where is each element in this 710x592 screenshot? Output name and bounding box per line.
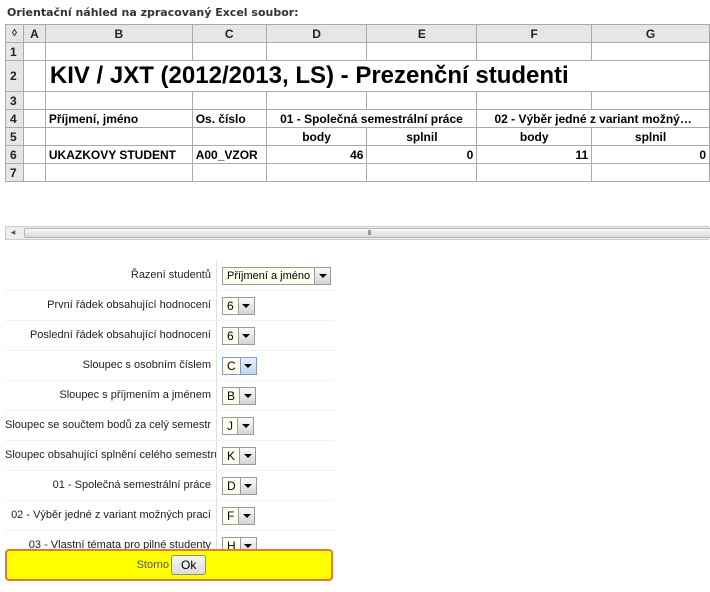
id-column-select[interactable]: C <box>222 356 257 375</box>
scroll-left-icon[interactable]: ◂ <box>6 227 20 239</box>
setting-label: Sloupec s příjmením a jménem <box>59 389 211 401</box>
select-value: F <box>227 508 235 523</box>
row-header: 7 <box>5 163 24 182</box>
grip-icon: III <box>367 229 371 237</box>
name-column-select[interactable]: B <box>222 386 257 405</box>
form-actions: Storno Ok <box>5 549 333 581</box>
sheet-row-3: 3 <box>5 91 710 110</box>
chevron-down-icon[interactable] <box>238 507 255 524</box>
setting-row-last-row: Poslední řádek obsahující hodnocení 6 <box>5 321 335 351</box>
subheader-points: body <box>265 127 368 146</box>
select-value: 6 <box>227 328 234 343</box>
import-settings-form: Řazení studentů Příjmení a jméno První ř… <box>5 261 335 561</box>
select-value: D <box>227 478 236 493</box>
storno-link[interactable]: Storno <box>7 559 171 571</box>
student-g2-points: 11 <box>476 145 593 164</box>
chevron-down-icon[interactable] <box>314 267 331 284</box>
chevron-down-icon[interactable] <box>237 327 254 344</box>
column-header-row: ◊ A B C D E F G <box>5 24 710 43</box>
setting-label: Řazení studentů <box>130 269 211 281</box>
sheet-row-4: 4 Příjmení, jméno Os. číslo 01 - Společn… <box>5 109 710 128</box>
setting-row-sum-column: Sloupec se součtem bodů za celý semestr … <box>5 411 335 441</box>
student-g1-passed: 0 <box>366 145 478 164</box>
corner-cell: ◊ <box>5 24 24 43</box>
setting-label: 02 - Výběr jedné z variant možných prací <box>11 509 211 521</box>
select-value: J <box>227 418 233 433</box>
setting-label: První řádek obsahující hodnocení <box>47 299 211 311</box>
setting-row-name-column: Sloupec s příjmením a jménem B <box>5 381 335 411</box>
row-header: 5 <box>5 127 24 146</box>
setting-row-passed-column: Sloupec obsahující splnění celého semest… <box>5 441 335 471</box>
subheader-passed: splnil <box>366 127 478 146</box>
setting-label: Poslední řádek obsahující hodnocení <box>29 329 211 341</box>
sum-column-select[interactable]: J <box>222 416 254 435</box>
spreadsheet-preview: ◊ A B C D E F G 1 2 KIV / JXT (2012/2013… <box>5 24 710 182</box>
header-group-2: 02 - Výběr jedné z variant možný… <box>476 109 710 128</box>
chevron-down-icon[interactable] <box>239 387 256 404</box>
ok-button[interactable]: Ok <box>171 555 207 575</box>
last-row-select[interactable]: 6 <box>222 326 255 345</box>
setting-row-first-row: První řádek obsahující hodnocení 6 <box>5 291 335 321</box>
horizontal-scrollbar[interactable]: ◂ III <box>5 226 710 240</box>
preview-title: Orientační náhled na zpracovaný Excel so… <box>7 6 299 19</box>
setting-label: Sloupec obsahující splnění celého semest… <box>5 449 216 461</box>
select-value: Příjmení a jméno <box>227 269 311 282</box>
select-value: B <box>227 388 236 403</box>
row-header: 4 <box>5 109 24 128</box>
chevron-down-icon[interactable] <box>237 417 253 434</box>
student-g1-points: 46 <box>265 145 368 164</box>
column-header-f: F <box>476 24 593 43</box>
column-header-d: D <box>265 24 368 43</box>
scrollbar-thumb[interactable]: III <box>24 228 710 238</box>
sheet-row-2: 2 KIV / JXT (2012/2013, LS) - Prezenční … <box>5 60 710 92</box>
column-header-a: A <box>22 24 46 43</box>
sort-select[interactable]: Příjmení a jméno <box>222 266 332 285</box>
header-group-1: 01 - Společná semestrální práce <box>265 109 478 128</box>
sheet-row-6: 6 UKAZKOVY STUDENT A00_VZOR 46 0 11 0 <box>5 145 710 164</box>
passed-column-select[interactable]: K <box>222 446 257 465</box>
chevron-down-icon[interactable] <box>239 357 256 374</box>
sheet-row-5: 5 body splnil body splnil <box>5 127 710 146</box>
setting-label: 01 - Společná semestrální práce <box>52 479 211 491</box>
setting-label: Sloupec se součtem bodů za celý semestr <box>5 419 212 431</box>
row-header: 3 <box>5 91 24 110</box>
chevron-down-icon[interactable] <box>237 297 254 314</box>
column-header-g: G <box>591 24 710 43</box>
sheet-row-7: 7 <box>5 163 710 182</box>
column-header-c: C <box>191 24 267 43</box>
chevron-down-icon[interactable] <box>239 447 256 464</box>
sheet-row-1: 1 <box>5 42 710 61</box>
header-name: Příjmení, jméno <box>44 109 193 128</box>
select-value: K <box>227 448 236 463</box>
subheader-points: body <box>476 127 593 146</box>
header-id: Os. číslo <box>191 109 267 128</box>
task-01-select[interactable]: D <box>222 476 257 495</box>
select-value: C <box>227 358 236 373</box>
column-header-b: B <box>44 24 193 43</box>
chevron-down-icon[interactable] <box>239 477 256 494</box>
setting-row-task-02: 02 - Výběr jedné z variant možných prací… <box>5 501 335 531</box>
row-header: 6 <box>5 145 24 164</box>
setting-label: Sloupec s osobním číslem <box>82 359 211 371</box>
task-02-select[interactable]: F <box>222 506 256 525</box>
student-g2-passed: 0 <box>591 145 710 164</box>
setting-row-task-01: 01 - Společná semestrální práce D <box>5 471 335 501</box>
student-name: UKAZKOVY STUDENT <box>44 145 193 164</box>
sheet-title: KIV / JXT (2012/2013, LS) - Prezenční st… <box>44 60 710 92</box>
setting-row-id-column: Sloupec s osobním číslem C <box>5 351 335 381</box>
setting-row-sort: Řazení studentů Příjmení a jméno <box>5 261 335 291</box>
student-id: A00_VZOR <box>191 145 267 164</box>
row-header: 1 <box>5 42 24 61</box>
subheader-passed: splnil <box>591 127 710 146</box>
row-header: 2 <box>5 60 24 92</box>
first-row-select[interactable]: 6 <box>222 296 255 315</box>
column-header-e: E <box>366 24 478 43</box>
select-value: 6 <box>227 298 234 313</box>
